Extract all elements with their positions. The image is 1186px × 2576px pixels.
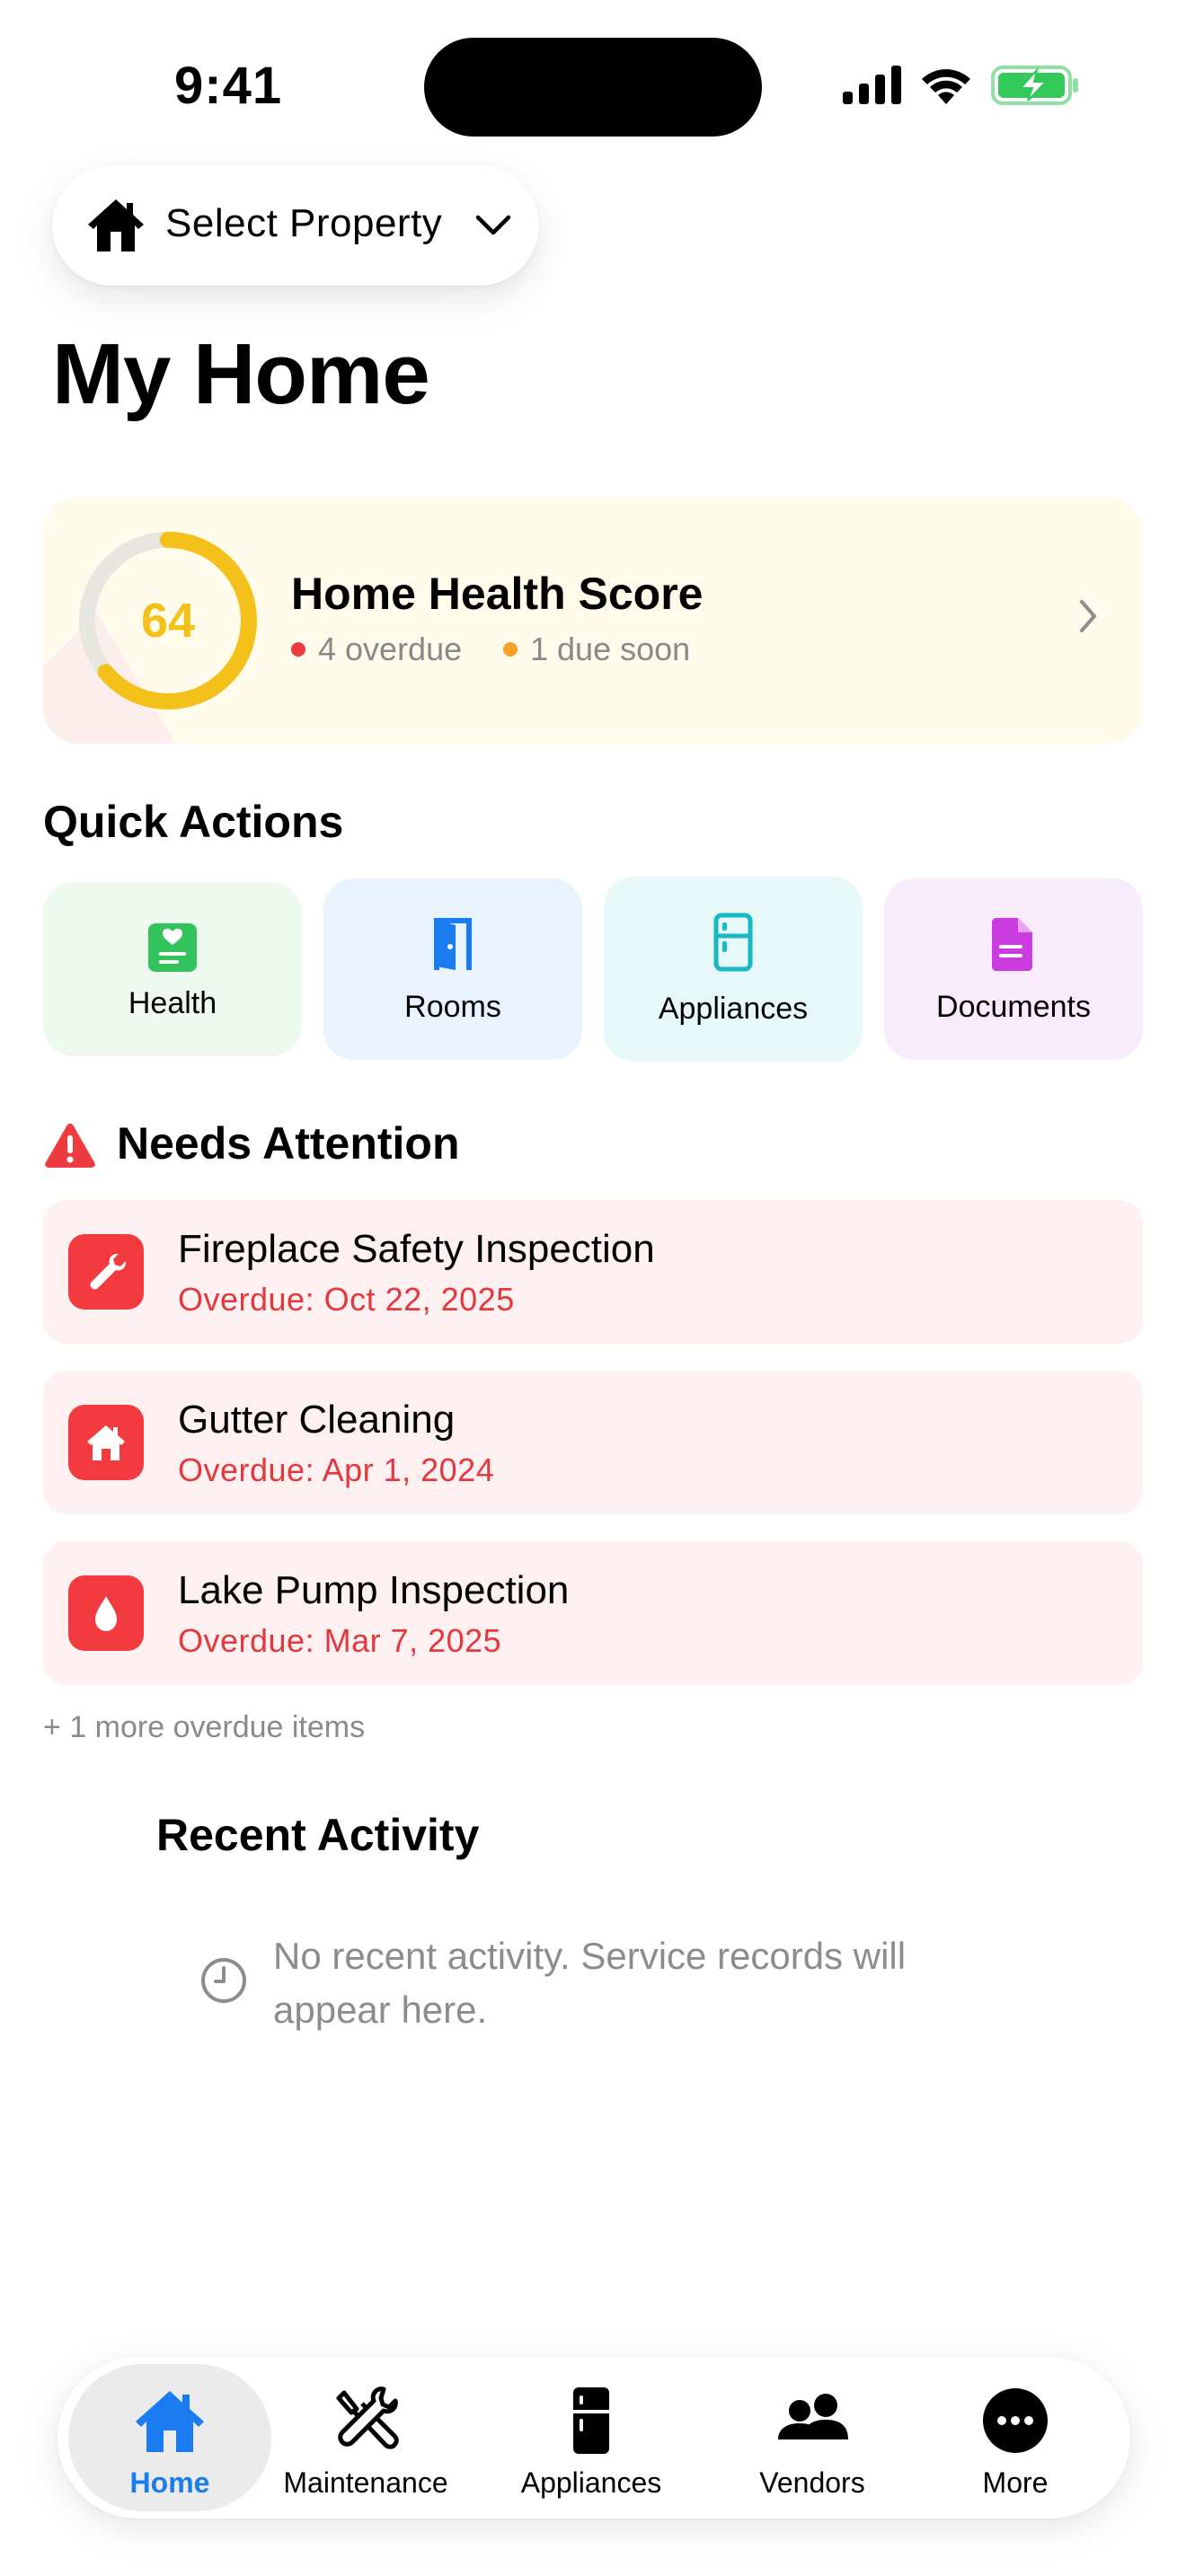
property-selector-label: Select Property — [165, 201, 443, 245]
quick-action-label: Documents — [936, 990, 1091, 1024]
empty-message-line: No recent activity. Service records will — [273, 1935, 907, 1977]
quick-action-appliances[interactable]: Appliances — [604, 877, 863, 1062]
tools-icon — [336, 2386, 399, 2449]
quick-action-label: Appliances — [658, 992, 809, 1026]
property-selector[interactable]: Select Property — [52, 165, 539, 286]
empty-message-line: appear here. — [273, 1989, 488, 2031]
due-soon-dot-icon — [503, 642, 518, 657]
recent-activity-empty-message: No recent activity. Service records will… — [273, 1929, 1046, 2037]
overdue-count: 4 overdue — [291, 631, 462, 668]
quick-action-rooms[interactable]: Rooms — [323, 878, 582, 1060]
tab-bar: Home Maintenance Appliances Vendors More — [58, 2357, 1130, 2519]
chevron-down-icon — [475, 215, 511, 235]
tab-home[interactable]: Home — [68, 2357, 271, 2519]
cellular-signal-icon — [843, 66, 901, 104]
people-icon — [778, 2394, 848, 2439]
task-due-date: Overdue: Apr 1, 2024 — [178, 1451, 495, 1488]
needs-attention-title: Needs Attention — [117, 1118, 460, 1169]
due-soon-count-label: 1 due soon — [530, 631, 691, 667]
warning-triangle-icon — [45, 1124, 95, 1168]
tab-label: More — [982, 2466, 1049, 2499]
tab-label: Home — [129, 2466, 210, 2499]
status-time: 9:41 — [174, 57, 283, 115]
health-card-icon — [148, 923, 197, 972]
tab-maintenance[interactable]: Maintenance — [280, 2357, 451, 2519]
quick-actions-title: Quick Actions — [43, 797, 344, 847]
task-name: Fireplace Safety Inspection — [178, 1227, 655, 1271]
tab-more[interactable]: More — [942, 2357, 1089, 2519]
due-soon-count: 1 due soon — [503, 631, 690, 668]
tab-appliances[interactable]: Appliances — [512, 2357, 670, 2519]
document-icon — [992, 918, 1032, 971]
quick-action-health[interactable]: Health — [43, 882, 302, 1056]
ellipsis-circle-icon — [983, 2388, 1048, 2453]
more-overdue-link[interactable]: + 1 more overdue items — [43, 1710, 365, 1745]
health-score-title: Home Health Score — [291, 569, 704, 619]
quick-action-label: Rooms — [404, 990, 501, 1024]
tab-label: Vendors — [759, 2466, 865, 2499]
overdue-count-label: 4 overdue — [318, 631, 463, 667]
refrigerator-icon — [713, 913, 753, 972]
task-name: Gutter Cleaning — [178, 1398, 456, 1442]
refrigerator-icon — [573, 2387, 609, 2454]
home-health-score-card[interactable]: 64 Home Health Score 4 overdue 1 due soo… — [43, 496, 1143, 744]
clock-icon — [201, 1958, 246, 2003]
task-name: Lake Pump Inspection — [178, 1568, 570, 1612]
house-icon — [136, 2391, 204, 2452]
task-badge — [68, 1575, 144, 1651]
door-icon — [434, 918, 472, 970]
dynamic-island — [424, 38, 762, 137]
overdue-task-row[interactable]: Gutter Cleaning Overdue: Apr 1, 2024 — [43, 1371, 1143, 1514]
quick-action-label: Health — [128, 986, 217, 1020]
quick-action-documents[interactable]: Documents — [884, 878, 1143, 1060]
page-title: My Home — [52, 326, 430, 422]
tab-label: Maintenance — [283, 2466, 448, 2499]
overdue-task-row[interactable]: Fireplace Safety Inspection Overdue: Oct… — [43, 1200, 1143, 1344]
task-due-date: Overdue: Oct 22, 2025 — [178, 1281, 515, 1318]
drop-icon — [95, 1596, 117, 1631]
wrench-icon — [90, 1253, 127, 1290]
chevron-right-icon — [1080, 600, 1096, 632]
recent-activity-title: Recent Activity — [156, 1810, 480, 1860]
house-icon — [88, 199, 144, 251]
task-badge — [68, 1234, 144, 1310]
health-score-value: 64 — [140, 594, 196, 648]
task-due-date: Overdue: Mar 7, 2025 — [178, 1622, 502, 1659]
battery-charging-icon — [991, 66, 1078, 105]
wifi-icon — [922, 69, 970, 104]
overdue-task-row[interactable]: Lake Pump Inspection Overdue: Mar 7, 202… — [43, 1541, 1143, 1685]
tab-label: Appliances — [520, 2466, 662, 2499]
overdue-dot-icon — [291, 642, 305, 657]
house-icon — [87, 1425, 125, 1460]
task-badge — [68, 1405, 144, 1480]
tab-vendors[interactable]: Vendors — [742, 2357, 882, 2519]
